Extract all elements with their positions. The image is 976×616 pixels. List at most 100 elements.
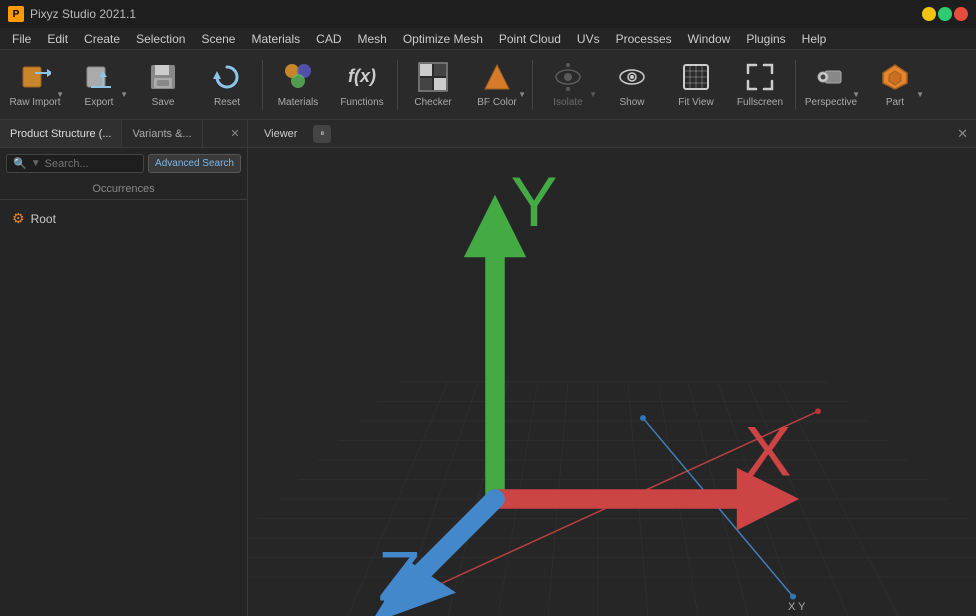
- export-button[interactable]: Export ▼: [68, 53, 130, 117]
- root-label: Root: [31, 212, 56, 226]
- menu-file[interactable]: File: [4, 30, 39, 48]
- bf-color-arrow: ▼: [518, 90, 526, 99]
- fit-view-icon: [680, 61, 712, 93]
- window-controls: [922, 7, 968, 21]
- fullscreen-label: Fullscreen: [737, 97, 783, 109]
- search-bar: 🔍 ▼ Advanced Search: [0, 148, 247, 179]
- materials-icon: [282, 61, 314, 93]
- part-label: Part: [886, 97, 904, 109]
- viewport[interactable]: X Y Y X Z: [248, 148, 976, 616]
- viewer-area: Viewer ⏸ ✕ Part Occurrences 0 Triangles …: [248, 120, 976, 616]
- root-icon: ⚙: [12, 210, 25, 227]
- reset-button[interactable]: Reset: [196, 53, 258, 117]
- export-icon: [83, 61, 115, 93]
- raw-import-button[interactable]: Raw Import ▼: [4, 53, 66, 117]
- axis-indicator: Y X Z: [248, 148, 976, 616]
- show-button[interactable]: Show: [601, 53, 663, 117]
- search-filter-icon[interactable]: ▼: [31, 158, 41, 169]
- part-icon: [879, 61, 911, 93]
- menu-help[interactable]: Help: [794, 30, 835, 48]
- advanced-search-button[interactable]: Advanced Search: [148, 154, 241, 173]
- search-input[interactable]: [45, 158, 137, 170]
- reset-icon: [211, 61, 243, 93]
- minimize-btn[interactable]: [922, 7, 936, 21]
- tree-area: ⚙ Root: [0, 200, 247, 616]
- reset-label: Reset: [214, 97, 240, 109]
- materials-label: Materials: [278, 97, 319, 109]
- show-icon: [616, 61, 648, 93]
- content-area: Product Structure (... Variants &... ✕ 🔍…: [0, 120, 976, 616]
- menu-cad[interactable]: CAD: [308, 30, 349, 48]
- toolbar-sep-2: [397, 60, 398, 110]
- materials-button[interactable]: Materials: [267, 53, 329, 117]
- app-icon: P: [8, 6, 24, 22]
- raw-import-label: Raw Import: [9, 97, 60, 109]
- fit-view-button[interactable]: Fit View: [665, 53, 727, 117]
- checker-icon: [417, 61, 449, 93]
- svg-text:Y: Y: [511, 162, 558, 241]
- perspective-button[interactable]: Perspective ▼: [800, 53, 862, 117]
- menu-materials[interactable]: Materials: [243, 30, 308, 48]
- menu-window[interactable]: Window: [680, 30, 739, 48]
- app-title: Pixyz Studio 2021.1: [30, 7, 136, 21]
- toolbar: Raw Import ▼ Export ▼ Save: [0, 50, 976, 120]
- viewer-close-btn[interactable]: ✕: [957, 126, 968, 142]
- part-button[interactable]: Part ▼: [864, 53, 926, 117]
- functions-button[interactable]: f(x) Functions: [331, 53, 393, 117]
- search-input-wrap: 🔍 ▼: [6, 154, 144, 173]
- svg-text:Z: Z: [378, 536, 421, 615]
- save-label: Save: [152, 97, 175, 109]
- isolate-label: Isolate: [553, 97, 582, 109]
- save-button[interactable]: Save: [132, 53, 194, 117]
- menu-plugins[interactable]: Plugins: [738, 30, 793, 48]
- menu-create[interactable]: Create: [76, 30, 128, 48]
- bf-color-icon: [481, 61, 513, 93]
- fullscreen-button[interactable]: Fullscreen: [729, 53, 791, 117]
- menu-selection[interactable]: Selection: [128, 30, 193, 48]
- menu-edit[interactable]: Edit: [39, 30, 76, 48]
- save-icon: [147, 61, 179, 93]
- menu-point-cloud[interactable]: Point Cloud: [491, 30, 569, 48]
- raw-import-icon: [19, 61, 51, 93]
- viewer-tab[interactable]: Viewer: [256, 126, 305, 142]
- perspective-arrow: ▼: [852, 90, 860, 99]
- toolbar-sep-3: [532, 60, 533, 110]
- fit-view-label: Fit View: [678, 97, 713, 109]
- checker-button[interactable]: Checker: [402, 53, 464, 117]
- menu-scene[interactable]: Scene: [193, 30, 243, 48]
- export-arrow: ▼: [120, 90, 128, 99]
- export-label: Export: [85, 97, 114, 109]
- menu-processes[interactable]: Processes: [608, 30, 680, 48]
- title-bar: P Pixyz Studio 2021.1: [0, 0, 976, 28]
- menu-mesh[interactable]: Mesh: [350, 30, 395, 48]
- occurrences-label: Occurrences: [0, 179, 247, 200]
- svg-text:X: X: [745, 412, 792, 491]
- perspective-icon: [815, 61, 847, 93]
- functions-label: Functions: [340, 97, 383, 109]
- search-icon: 🔍: [13, 157, 27, 170]
- bf-color-label: BF Color: [477, 97, 516, 109]
- show-label: Show: [619, 97, 644, 109]
- menu-uvs[interactable]: UVs: [569, 30, 608, 48]
- maximize-btn[interactable]: [938, 7, 952, 21]
- menu-bar: File Edit Create Selection Scene Materia…: [0, 28, 976, 50]
- perspective-label: Perspective: [805, 97, 857, 109]
- bf-color-button[interactable]: BF Color ▼: [466, 53, 528, 117]
- tab-variants[interactable]: Variants &...: [122, 120, 202, 147]
- left-panel: Product Structure (... Variants &... ✕ 🔍…: [0, 120, 248, 616]
- close-btn[interactable]: [954, 7, 968, 21]
- isolate-button[interactable]: Isolate ▼: [537, 53, 599, 117]
- tree-item-root[interactable]: ⚙ Root: [6, 206, 241, 231]
- isolate-arrow: ▼: [589, 90, 597, 99]
- raw-import-arrow: ▼: [56, 90, 64, 99]
- fullscreen-icon: [744, 61, 776, 93]
- checker-label: Checker: [414, 97, 451, 109]
- toolbar-sep-4: [795, 60, 796, 110]
- part-arrow: ▼: [916, 90, 924, 99]
- viewer-header: Viewer ⏸ ✕: [248, 120, 976, 148]
- isolate-icon: [552, 61, 584, 93]
- tab-product-structure[interactable]: Product Structure (...: [0, 120, 122, 147]
- panel-close-btn[interactable]: ✕: [227, 126, 243, 142]
- viewer-pause-btn[interactable]: ⏸: [313, 125, 331, 143]
- menu-optimize-mesh[interactable]: Optimize Mesh: [395, 30, 491, 48]
